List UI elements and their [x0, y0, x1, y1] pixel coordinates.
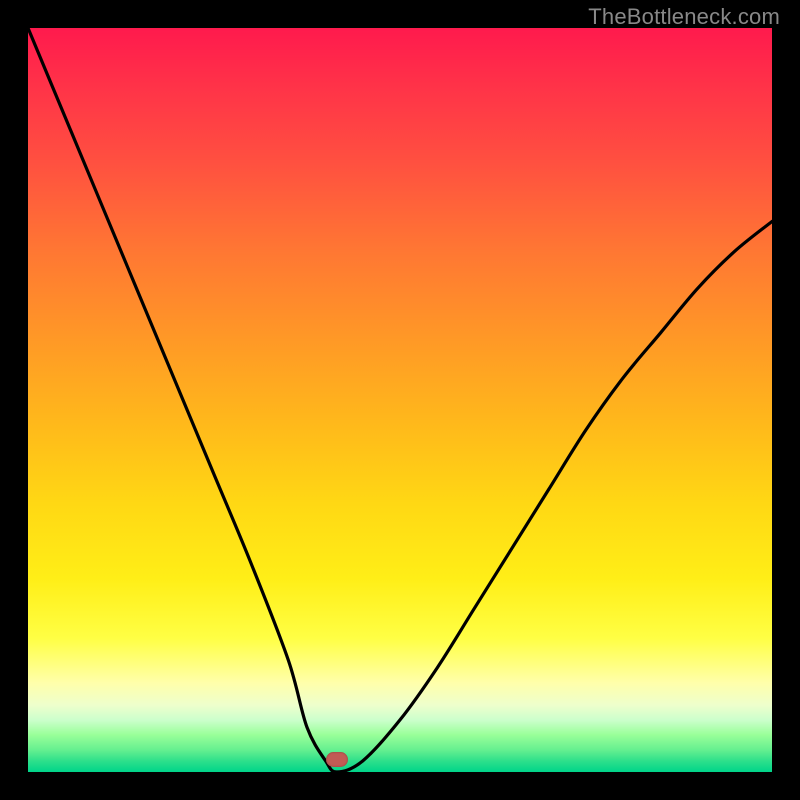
optimal-point-marker [326, 752, 348, 767]
bottleneck-curve [28, 28, 772, 772]
watermark-text: TheBottleneck.com [588, 4, 780, 30]
chart-frame [28, 28, 772, 772]
plot-area [28, 28, 772, 772]
